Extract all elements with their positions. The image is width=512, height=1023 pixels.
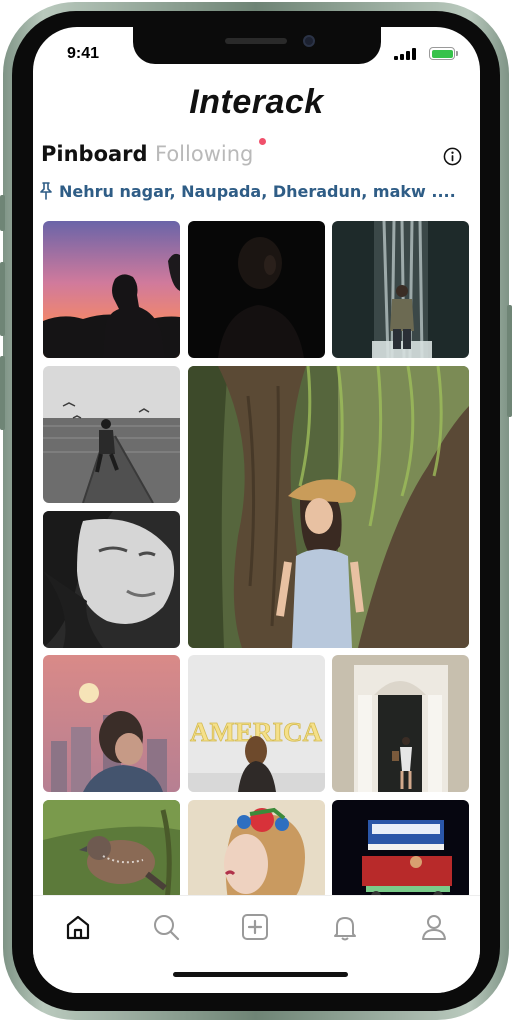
battery-icon <box>429 47 455 60</box>
screen: 9:41 Interack Pinboard Following Nehru n… <box>33 27 480 993</box>
photo-bird-branch[interactable] <box>43 800 180 900</box>
photo-food-cart-night-image <box>332 800 469 900</box>
photo-waterfall-man[interactable] <box>332 221 469 358</box>
search-icon[interactable] <box>151 912 181 942</box>
photo-dark-portrait-image <box>188 221 325 358</box>
tab-pinboard[interactable]: Pinboard <box>41 142 148 166</box>
notch <box>133 27 381 64</box>
location-bar[interactable]: Nehru nagar, Naupada, Dheradun, makw ...… <box>39 180 456 202</box>
silent-switch <box>0 195 5 231</box>
profile-icon[interactable] <box>419 912 449 942</box>
photo-woman-tree-featured-image <box>188 366 469 648</box>
photo-man-city-sunset[interactable] <box>43 655 180 792</box>
photo-woman-door[interactable] <box>332 655 469 792</box>
pin-icon <box>40 182 52 200</box>
signal-icon <box>394 48 416 60</box>
info-icon[interactable] <box>443 147 462 166</box>
photo-america-sign-image: AMERICA <box>188 655 325 792</box>
home-indicator[interactable] <box>173 972 348 977</box>
status-time: 9:41 <box>67 45 100 62</box>
photo-flower-crown-image <box>188 800 325 900</box>
add-post-icon[interactable] <box>240 912 270 942</box>
photo-woman-door-image <box>332 655 469 792</box>
photo-food-cart-night[interactable] <box>332 800 469 900</box>
photo-waterfall-man-image <box>332 221 469 358</box>
battery-tip <box>456 51 458 56</box>
tab-following[interactable]: Following <box>155 142 253 166</box>
photo-silhouette-sunset-image <box>43 221 180 358</box>
photo-dark-portrait[interactable] <box>188 221 325 358</box>
volume-down-button <box>0 356 5 430</box>
bell-icon[interactable] <box>330 912 360 942</box>
volume-up-button <box>0 262 5 336</box>
front-camera <box>303 35 315 47</box>
photo-pier-runner-image <box>43 366 180 503</box>
photo-america-sign[interactable]: AMERICA <box>188 655 325 792</box>
photo-bw-woman-portrait[interactable] <box>43 511 180 648</box>
home-icon[interactable] <box>63 912 93 942</box>
power-button <box>507 305 512 417</box>
photo-man-city-sunset-image <box>43 655 180 792</box>
photo-pier-runner[interactable] <box>43 366 180 503</box>
location-text: Nehru nagar, Naupada, Dheradun, makw ...… <box>59 181 456 201</box>
app-title: Interack <box>189 83 324 121</box>
notification-dot <box>259 138 266 145</box>
bottom-nav <box>33 895 480 993</box>
photo-bird-branch-image <box>43 800 180 900</box>
speaker <box>225 38 287 44</box>
photo-woman-tree-featured[interactable] <box>188 366 469 648</box>
photo-flower-crown[interactable] <box>188 800 325 900</box>
photo-silhouette-sunset[interactable] <box>43 221 180 358</box>
photo-bw-woman-portrait-image <box>43 511 180 648</box>
